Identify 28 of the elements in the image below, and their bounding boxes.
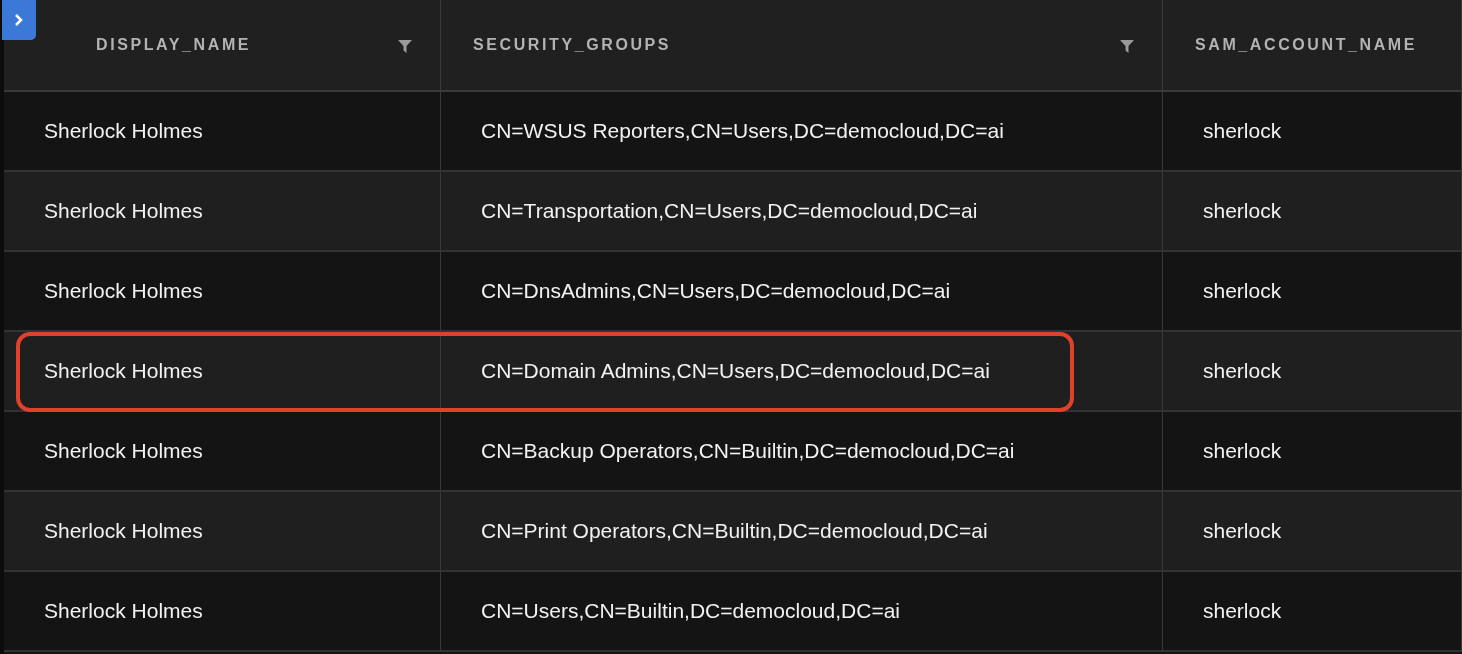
table-cell: sherlock	[1203, 439, 1282, 463]
table-cell: sherlock	[1203, 599, 1282, 623]
table-cell: sherlock	[1203, 359, 1282, 383]
table-cell: Sherlock Holmes	[44, 359, 203, 383]
table-cell: Sherlock Holmes	[44, 119, 203, 143]
table-cell: sherlock	[1203, 199, 1282, 223]
table-cell: CN=DnsAdmins,CN=Users,DC=democloud,DC=ai	[481, 279, 951, 303]
table-cell: sherlock	[1203, 519, 1282, 543]
table-cell: Sherlock Holmes	[44, 519, 203, 543]
table-cell: Sherlock Holmes	[44, 599, 203, 623]
column-header[interactable]: DISPLAY_NAME	[4, 0, 441, 92]
column-header[interactable]: SAM_ACCOUNT_NAME	[1163, 0, 1462, 92]
table-cell: CN=Backup Operators,CN=Builtin,DC=democloud,DC=ai	[481, 439, 1015, 463]
expand-button[interactable]	[2, 0, 36, 40]
table-cell: Sherlock Holmes	[44, 199, 203, 223]
table-cell: CN=Print Operators,CN=Builtin,DC=democloud,DC=ai	[481, 519, 988, 543]
table-cell: CN=Transportation,CN=Users,DC=democloud,DC=ai	[481, 199, 978, 223]
table-cell: CN=WSUS Reporters,CN=Users,DC=democloud,DC=ai	[481, 119, 1004, 143]
chevron-right-icon	[14, 13, 24, 27]
filter-icon[interactable]	[1120, 40, 1134, 53]
filter-icon[interactable]	[398, 40, 412, 53]
table-cell: CN=Users,CN=Builtin,DC=democloud,DC=ai	[481, 599, 900, 623]
table-cell: CN=Domain Admins,CN=Users,DC=democloud,DC=ai	[481, 359, 990, 383]
table-cell: sherlock	[1203, 119, 1282, 143]
table-cell: Sherlock Holmes	[44, 439, 203, 463]
table-cell: Sherlock Holmes	[44, 279, 203, 303]
column-header[interactable]: SECURITY_GROUPS	[441, 0, 1163, 92]
table-cell: sherlock	[1203, 279, 1282, 303]
